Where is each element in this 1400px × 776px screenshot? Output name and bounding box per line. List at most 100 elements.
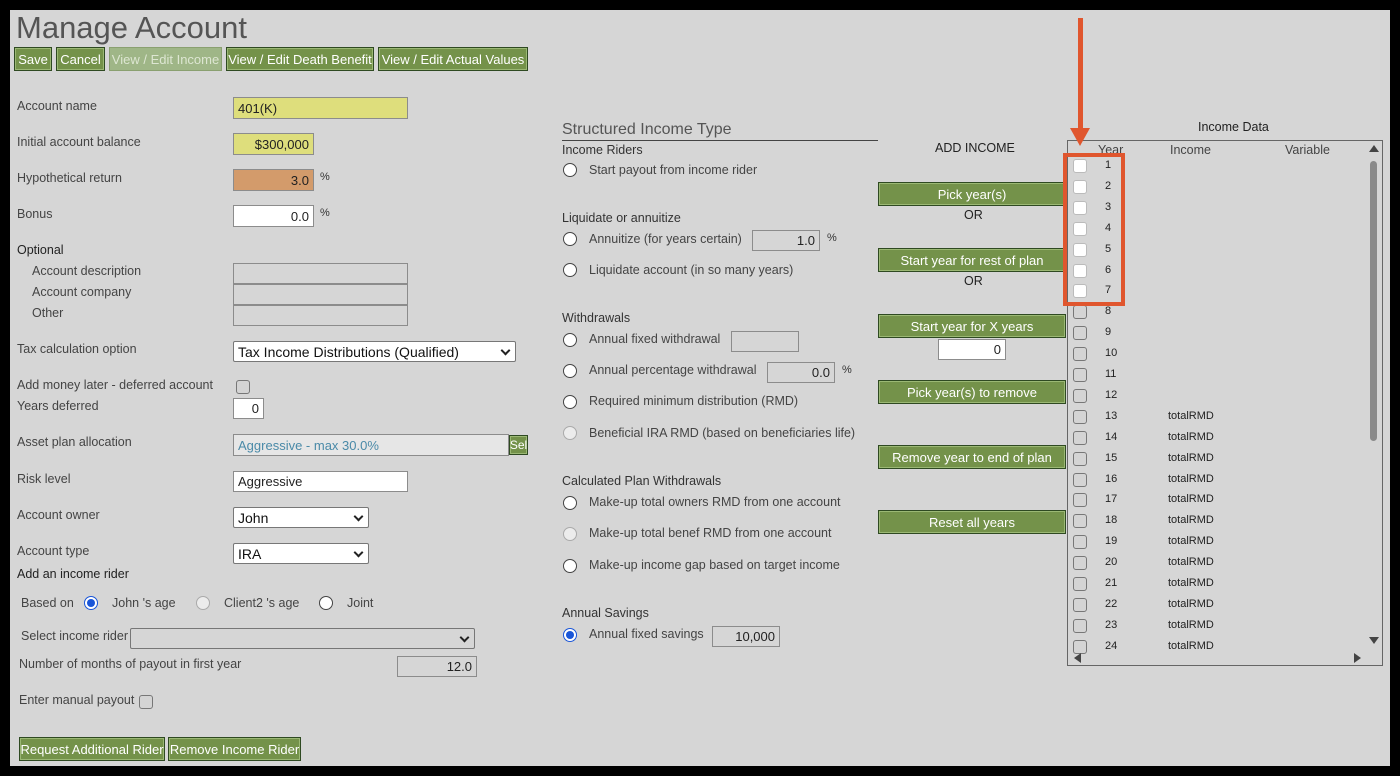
liquidate-radio[interactable]: [563, 263, 577, 277]
based-on-label: Based on: [21, 596, 74, 610]
row-select-checkbox[interactable]: [1073, 514, 1087, 529]
fixed-withdrawal-radio[interactable]: [563, 333, 577, 347]
row-select-checkbox[interactable]: [1073, 556, 1087, 571]
fixed-savings-radio[interactable]: [563, 628, 577, 642]
chevron-down-icon: [500, 345, 511, 356]
based-on-client2-radio[interactable]: [196, 596, 210, 610]
callout-arrow: [1078, 18, 1083, 130]
table-row: 15 totalRMD: [1068, 449, 1368, 470]
percentage-withdrawal-radio[interactable]: [563, 364, 577, 378]
row-select-checkbox[interactable]: [1073, 430, 1087, 445]
makeup-income-gap-radio[interactable]: [563, 559, 577, 573]
years-deferred-input[interactable]: 0: [233, 398, 264, 419]
account-company-input[interactable]: [233, 284, 408, 305]
chevron-down-icon: [459, 632, 470, 643]
add-money-later-checkbox[interactable]: [236, 380, 250, 394]
variable-column-header: Variable: [1285, 143, 1330, 157]
remove-year-end-button[interactable]: Remove year to end of plan: [878, 445, 1066, 469]
annuitize-radio[interactable]: [563, 232, 577, 246]
row-select-checkbox[interactable]: [1073, 577, 1087, 591]
income-rider-select[interactable]: [130, 628, 475, 649]
account-owner-select[interactable]: John: [233, 507, 369, 528]
row-select-checkbox[interactable]: [1073, 451, 1087, 466]
row-select-checkbox[interactable]: [1073, 618, 1087, 633]
fixed-withdrawal-input[interactable]: [731, 331, 799, 352]
account-description-input[interactable]: [233, 263, 408, 284]
annuitize-input[interactable]: 1.0: [752, 230, 820, 251]
add-money-later-label: Add money later - deferred account: [17, 378, 213, 392]
save-button[interactable]: Save: [14, 47, 52, 71]
scroll-left-icon[interactable]: [1074, 653, 1081, 663]
percentage-withdrawal-input[interactable]: 0.0: [767, 362, 835, 383]
start-year-rest-button[interactable]: Start year for rest of plan: [878, 248, 1066, 272]
row-select-checkbox[interactable]: [1073, 409, 1087, 424]
row-income: totalRMD: [1168, 472, 1214, 485]
add-income-rider-label: Add an income rider: [17, 567, 129, 581]
row-select-checkbox[interactable]: [1073, 305, 1087, 320]
row-income: totalRMD: [1168, 577, 1214, 589]
withdrawals-header: Withdrawals: [562, 311, 631, 325]
account-name-input[interactable]: 401(K): [233, 97, 408, 119]
tax-calc-select[interactable]: Tax Income Distributions (Qualified): [233, 341, 516, 362]
initial-balance-input[interactable]: $300,000: [233, 133, 314, 155]
horizontal-scrollbar[interactable]: [1068, 651, 1368, 665]
row-select-checkbox[interactable]: [1073, 326, 1087, 341]
start-year-x-years-button[interactable]: Start year for X years: [878, 314, 1066, 338]
row-select-checkbox[interactable]: [1073, 535, 1087, 550]
risk-level-input[interactable]: Aggressive: [233, 471, 408, 492]
scroll-up-icon[interactable]: [1369, 145, 1379, 152]
vertical-scrollbar[interactable]: [1366, 141, 1382, 651]
callout-highlight-box: [1063, 153, 1125, 306]
asset-plan-input[interactable]: Aggressive - max 30.0%: [233, 434, 509, 456]
view-edit-actual-values-button[interactable]: View / Edit Actual Values: [378, 47, 528, 71]
account-owner-value: John: [238, 509, 269, 526]
optional-label: Optional: [17, 243, 64, 257]
row-select-checkbox[interactable]: [1073, 597, 1087, 612]
x-years-input[interactable]: 0: [938, 339, 1006, 360]
row-income: totalRMD: [1168, 535, 1214, 548]
months-payout-label: Number of months of payout in first year: [19, 657, 242, 671]
row-income: totalRMD: [1168, 451, 1214, 464]
beneficial-rmd-radio[interactable]: [563, 426, 577, 440]
bonus-input[interactable]: 0.0: [233, 205, 314, 227]
row-select-checkbox[interactable]: [1073, 347, 1087, 362]
scroll-down-icon[interactable]: [1369, 637, 1379, 644]
callout-arrow-head: [1070, 128, 1090, 146]
manual-payout-checkbox[interactable]: [139, 695, 153, 709]
remove-income-rider-button[interactable]: Remove Income Rider: [168, 737, 301, 761]
start-payout-radio[interactable]: [563, 163, 577, 177]
scroll-right-icon[interactable]: [1354, 653, 1361, 663]
asset-plan-select-button[interactable]: Sel: [509, 435, 528, 455]
pick-years-remove-button[interactable]: Pick year(s) to remove: [878, 380, 1066, 404]
row-year: 12: [1105, 388, 1118, 401]
account-type-select[interactable]: IRA: [233, 543, 369, 564]
row-select-checkbox[interactable]: [1073, 368, 1087, 382]
reset-all-years-button[interactable]: Reset all years: [878, 510, 1066, 534]
row-select-checkbox[interactable]: [1073, 388, 1087, 403]
makeup-owner-rmd-radio[interactable]: [563, 496, 577, 510]
row-year: 17: [1105, 493, 1118, 506]
cancel-button[interactable]: Cancel: [56, 47, 105, 71]
rmd-radio[interactable]: [563, 395, 577, 409]
makeup-benef-rmd-radio[interactable]: [563, 527, 577, 541]
based-on-john-radio[interactable]: [84, 596, 98, 610]
scroll-thumb[interactable]: [1370, 161, 1377, 441]
view-edit-income-button[interactable]: View / Edit Income: [109, 47, 222, 71]
row-select-checkbox[interactable]: [1073, 493, 1087, 508]
fixed-savings-input[interactable]: 10,000: [712, 626, 780, 647]
hypothetical-return-input[interactable]: 3.0: [233, 169, 314, 191]
pick-years-button[interactable]: Pick year(s): [878, 182, 1066, 206]
fixed-savings-label: Annual fixed savings: [589, 627, 704, 641]
row-year: 14: [1105, 430, 1118, 443]
row-year: 8: [1105, 305, 1112, 318]
row-select-checkbox[interactable]: [1073, 472, 1087, 487]
months-payout-input[interactable]: 12.0: [397, 656, 477, 677]
other-input[interactable]: [233, 305, 408, 326]
based-on-john-label: John 's age: [112, 596, 176, 610]
request-additional-rider-button[interactable]: Request Additional Rider: [19, 737, 165, 761]
structured-income-title: Structured Income Type: [562, 121, 732, 138]
chevron-down-icon: [353, 511, 364, 522]
table-row: 16 totalRMD: [1068, 470, 1368, 491]
based-on-joint-radio[interactable]: [319, 596, 333, 610]
view-edit-death-benefit-button[interactable]: View / Edit Death Benefit: [226, 47, 374, 71]
